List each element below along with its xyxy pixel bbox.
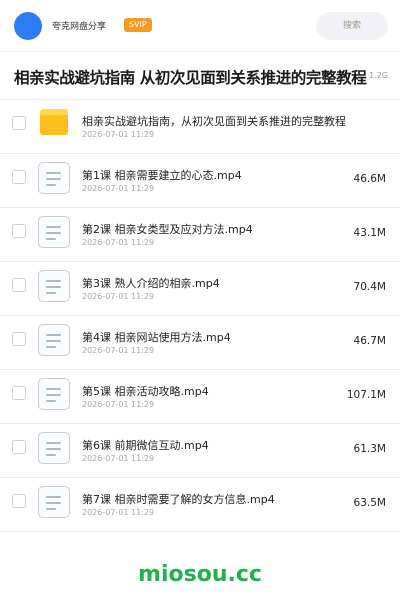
list-item-folder[interactable]: 相亲实战避坑指南，从初次见面到关系推进的完整教程 2026-07-01 11:2… — [0, 100, 400, 154]
item-size: 61.3M — [353, 443, 386, 455]
checkbox[interactable] — [12, 386, 26, 400]
item-date: 2026-07-01 11:29 — [82, 454, 155, 463]
item-name: 第5课 相亲活动攻略.mp4 — [82, 385, 209, 398]
item-name: 第2课 相亲女类型及应对方法.mp4 — [82, 223, 253, 236]
document-icon — [38, 486, 70, 518]
item-size: 107.1M — [346, 389, 386, 401]
item-date: 2026-07-01 11:29 — [82, 184, 155, 193]
total-size: 1.2G — [369, 71, 388, 80]
document-icon — [38, 162, 70, 194]
share-title-row: 相亲实战避坑指南 从初次见面到关系推进的完整教程 1.2G — [0, 52, 400, 100]
list-item[interactable]: 第3课 熟人介绍的相亲.mp4 2026-07-01 11:29 70.4M — [0, 262, 400, 316]
item-date: 2026-07-01 11:29 — [82, 508, 155, 517]
item-size: 46.6M — [353, 173, 386, 185]
item-name: 第7课 相亲时需要了解的女方信息.mp4 — [82, 493, 275, 506]
share-title: 相亲实战避坑指南 从初次见面到关系推进的完整教程 — [14, 69, 367, 87]
item-size: 70.4M — [353, 281, 386, 293]
item-name: 相亲实战避坑指南，从初次见面到关系推进的完整教程 — [82, 115, 346, 128]
item-name: 第1课 相亲需要建立的心态.mp4 — [82, 169, 242, 182]
item-name: 第6课 前期微信互动.mp4 — [82, 439, 209, 452]
checkbox[interactable] — [12, 332, 26, 346]
list-item[interactable]: 第7课 相亲时需要了解的女方信息.mp4 2026-07-01 11:29 63… — [0, 478, 400, 532]
checkbox[interactable] — [12, 224, 26, 238]
item-date: 2026-07-01 11:29 — [82, 400, 155, 409]
item-size: 46.7M — [353, 335, 386, 347]
list-item[interactable]: 第6课 前期微信互动.mp4 2026-07-01 11:29 61.3M — [0, 424, 400, 478]
search-input[interactable]: 搜索 — [316, 12, 388, 40]
item-date: 2026-07-01 11:29 — [82, 130, 155, 139]
list-item[interactable]: 第1课 相亲需要建立的心态.mp4 2026-07-01 11:29 46.6M — [0, 154, 400, 208]
item-date: 2026-07-01 11:29 — [82, 292, 155, 301]
item-date: 2026-07-01 11:29 — [82, 238, 155, 247]
item-size: 63.5M — [353, 497, 386, 509]
app-name: 夸克网盘分享 — [52, 22, 107, 32]
list-item[interactable]: 第4课 相亲网站使用方法.mp4 2026-07-01 11:29 46.7M — [0, 316, 400, 370]
document-icon — [38, 378, 70, 410]
item-size: 43.1M — [353, 227, 386, 239]
svip-badge: SVIP — [124, 18, 152, 32]
top-bar: 夸克网盘分享 SVIP 搜索 — [0, 0, 400, 52]
folder-icon — [40, 109, 68, 135]
item-name: 第4课 相亲网站使用方法.mp4 — [82, 331, 231, 344]
item-name: 第3课 熟人介绍的相亲.mp4 — [82, 277, 220, 290]
checkbox[interactable] — [12, 116, 26, 130]
item-date: 2026-07-01 11:29 — [82, 346, 155, 355]
document-icon — [38, 216, 70, 248]
avatar[interactable] — [14, 12, 42, 40]
watermark: miosou.cc — [138, 562, 262, 587]
list-item[interactable]: 第5课 相亲活动攻略.mp4 2026-07-01 11:29 107.1M — [0, 370, 400, 424]
checkbox[interactable] — [12, 440, 26, 454]
checkbox[interactable] — [12, 278, 26, 292]
document-icon — [38, 324, 70, 356]
checkbox[interactable] — [12, 494, 26, 508]
list-item[interactable]: 第2课 相亲女类型及应对方法.mp4 2026-07-01 11:29 43.1… — [0, 208, 400, 262]
checkbox[interactable] — [12, 170, 26, 184]
document-icon — [38, 270, 70, 302]
document-icon — [38, 432, 70, 464]
file-list: 相亲实战避坑指南，从初次见面到关系推进的完整教程 2026-07-01 11:2… — [0, 100, 400, 532]
